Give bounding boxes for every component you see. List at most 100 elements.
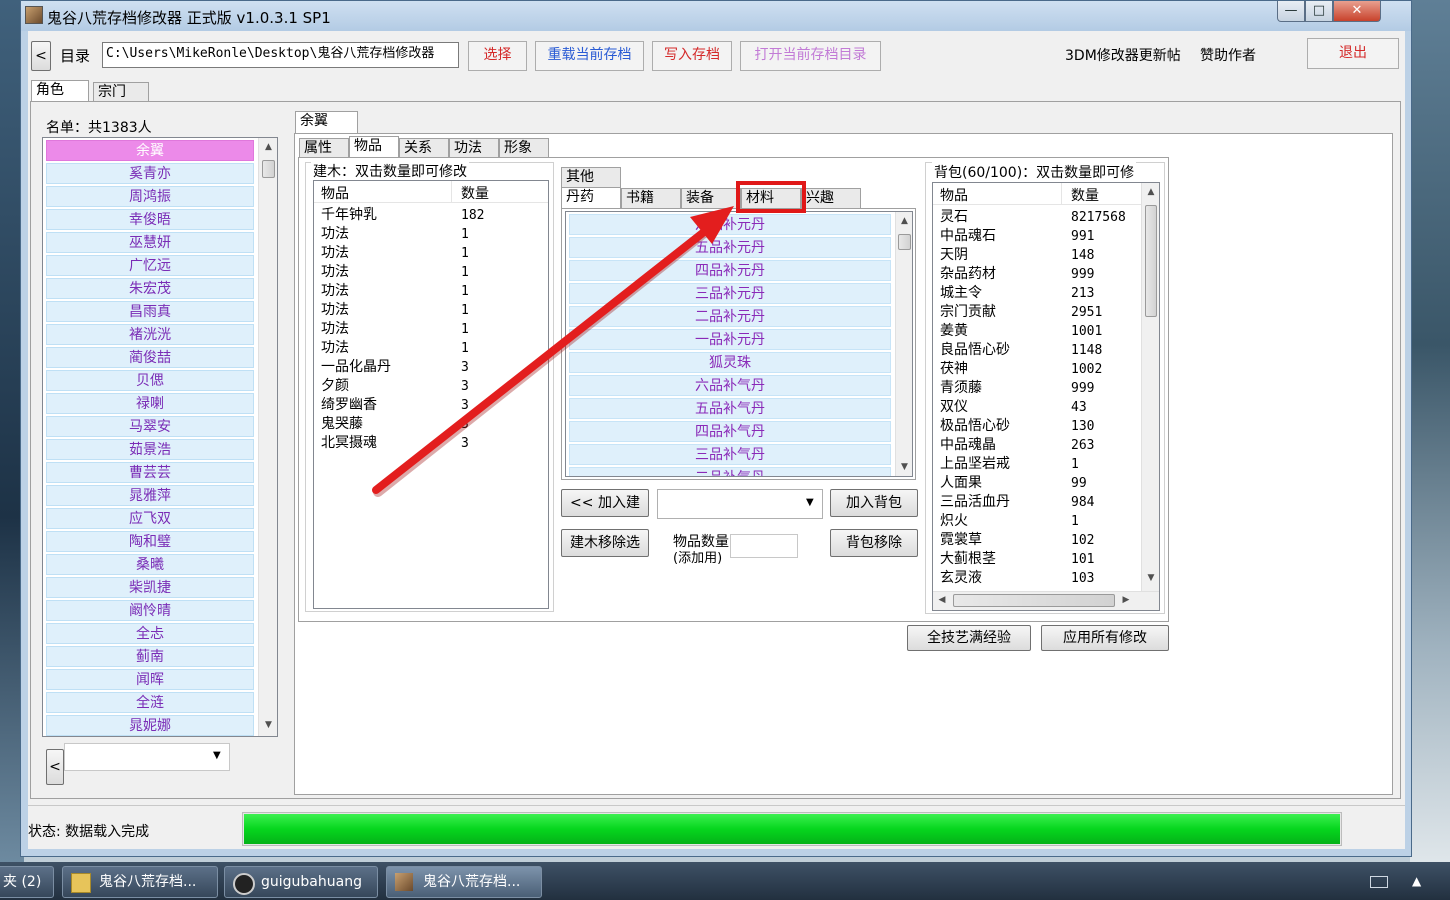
- build-list[interactable]: 物品 数量 千年钟乳 182 功法 1 功法 1 功法 1 功法 1 功法 1 功法 1 功法 1 一品化晶丹 3…: [313, 180, 549, 609]
- build-row[interactable]: 绮罗幽香 3: [314, 396, 548, 415]
- bag-list[interactable]: 物品 数量 灵石 8217568 中品魂石 991 天阴 148 杂品药材 999 城主令 213…: [932, 182, 1160, 611]
- catalog-scroll-thumb[interactable]: [898, 234, 911, 250]
- roster-row[interactable]: 晁雅萍: [46, 485, 254, 506]
- build-row[interactable]: 功法 1: [314, 320, 548, 339]
- bag-row[interactable]: 中品魂石 991: [933, 227, 1141, 246]
- add-to-build-button[interactable]: << 加入建: [561, 489, 649, 517]
- build-row[interactable]: 功法 1: [314, 339, 548, 358]
- catalog-item-row[interactable]: 五品补气丹: [569, 398, 891, 419]
- write-save-button[interactable]: 写入存档: [652, 41, 732, 71]
- roster-row[interactable]: 茹景浩: [46, 439, 254, 460]
- roster-row[interactable]: 禄喇: [46, 393, 254, 414]
- catalog-item-row[interactable]: 狐灵珠: [569, 352, 891, 373]
- roster-row[interactable]: 全涟: [46, 692, 254, 713]
- sponsor-link[interactable]: 赞助作者: [1200, 45, 1256, 65]
- scroll-down-arrow-icon[interactable]: ▼: [1142, 573, 1159, 583]
- bag-row[interactable]: 良品悟心砂 1148: [933, 341, 1141, 360]
- subtab-items[interactable]: 物品: [349, 136, 399, 157]
- build-row[interactable]: 功法 1: [314, 263, 548, 282]
- roster-row[interactable]: 马翠安: [46, 416, 254, 437]
- taskbar-item-folder-group[interactable]: 夹 (2): [0, 866, 54, 898]
- bag-row[interactable]: 宗门贡献 2951: [933, 303, 1141, 322]
- roster-row[interactable]: 桑曦: [46, 554, 254, 575]
- roster-row[interactable]: 奚青亦: [46, 163, 254, 184]
- bag-row[interactable]: 人面果 99: [933, 474, 1141, 493]
- catalog-item-row[interactable]: 二品补元丹: [569, 306, 891, 327]
- bag-hscrollbar[interactable]: ◀ ▶: [933, 591, 1159, 610]
- subtab-attributes[interactable]: 属性: [299, 138, 349, 157]
- exit-button[interactable]: 退出: [1307, 38, 1399, 69]
- tab-role[interactable]: 角色: [31, 80, 89, 101]
- scroll-down-arrow-icon[interactable]: ▼: [896, 462, 912, 472]
- catalog-item-row[interactable]: 五品补元丹: [569, 237, 891, 258]
- title-bar[interactable]: 鬼谷八荒存档修改器 正式版 v1.0.3.1 SP1 — □ ✕: [21, 1, 1411, 31]
- bag-vscrollbar[interactable]: ▲ ▼: [1141, 183, 1159, 591]
- remove-from-bag-button[interactable]: 背包移除: [830, 529, 918, 557]
- taskbar-item-editor[interactable]: 鬼谷八荒存档...: [386, 866, 542, 898]
- scroll-down-arrow-icon[interactable]: ▼: [259, 720, 277, 730]
- build-row[interactable]: 一品化晶丹 3: [314, 358, 548, 377]
- bag-vscroll-thumb[interactable]: [1145, 205, 1157, 317]
- close-button[interactable]: ✕: [1333, 1, 1381, 22]
- roster-row[interactable]: 曹芸芸: [46, 462, 254, 483]
- catalog-item-row[interactable]: 六品补气丹: [569, 375, 891, 396]
- catalog-tab-equipment[interactable]: 装备: [681, 188, 741, 208]
- roster-filter-select[interactable]: ▼: [64, 743, 230, 771]
- catalog-tab-other[interactable]: 其他: [561, 167, 621, 187]
- roster-row[interactable]: 阚怜晴: [46, 600, 254, 621]
- catalog-item-row[interactable]: 三品补气丹: [569, 444, 891, 465]
- bag-row[interactable]: 天阴 148: [933, 246, 1141, 265]
- catalog-item-row[interactable]: 二品补气丹: [569, 467, 891, 476]
- open-save-dir-button[interactable]: 打开当前存档目录: [740, 41, 881, 71]
- catalog-list[interactable]: 六品补元丹 五品补元丹 四品补元丹 三品补元丹 二品补元丹 一品补元丹 狐灵珠 六品补气丹 五品…: [565, 211, 913, 477]
- remove-from-build-button[interactable]: 建木移除选: [561, 529, 649, 557]
- bag-row[interactable]: 三品活血丹 984: [933, 493, 1141, 512]
- minimize-button[interactable]: —: [1277, 1, 1305, 22]
- scroll-right-arrow-icon[interactable]: ▶: [1119, 595, 1133, 605]
- build-row[interactable]: 功法 1: [314, 282, 548, 301]
- catalog-tab-books[interactable]: 书籍: [621, 188, 681, 208]
- build-row[interactable]: 千年钟乳 182: [314, 206, 548, 225]
- build-row[interactable]: 夕颜 3: [314, 377, 548, 396]
- bag-row[interactable]: 霓裳草 102: [933, 531, 1141, 550]
- subtab-relations[interactable]: 关系: [399, 138, 449, 157]
- roster-row[interactable]: 蔺俊喆: [46, 347, 254, 368]
- add-to-bag-button[interactable]: 加入背包: [830, 489, 918, 517]
- bag-row[interactable]: 中品魂晶 263: [933, 436, 1141, 455]
- roster-row[interactable]: 褚洸洸: [46, 324, 254, 345]
- build-row[interactable]: 北冥摄魂 3: [314, 434, 548, 453]
- bag-hscroll-thumb[interactable]: [953, 594, 1115, 607]
- build-row[interactable]: 功法 1: [314, 244, 548, 263]
- bag-row[interactable]: 上品坚岩戒 1: [933, 455, 1141, 474]
- scroll-up-arrow-icon[interactable]: ▲: [259, 142, 277, 152]
- roster-scroll-thumb[interactable]: [262, 160, 275, 178]
- roster-row[interactable]: 巫慧妍: [46, 232, 254, 253]
- bag-row[interactable]: 玄灵液 103: [933, 569, 1141, 588]
- subtab-appearance[interactable]: 形象: [499, 138, 549, 157]
- scroll-up-arrow-icon[interactable]: ▲: [896, 216, 912, 226]
- scroll-left-arrow-icon[interactable]: ◀: [935, 595, 949, 605]
- bag-row[interactable]: 灵石 8217568: [933, 208, 1141, 227]
- catalog-tab-hobbies[interactable]: 兴趣: [801, 188, 861, 208]
- bag-row[interactable]: 城主令 213: [933, 284, 1141, 303]
- roster-row[interactable]: 晁妮娜: [46, 715, 254, 736]
- reload-save-button[interactable]: 重载当前存档: [535, 41, 644, 71]
- tab-sect[interactable]: 宗门: [93, 82, 149, 101]
- subtab-skills[interactable]: 功法: [449, 138, 499, 157]
- bag-row[interactable]: 杂品药材 999: [933, 265, 1141, 284]
- build-row[interactable]: 鬼哭藤 3: [314, 415, 548, 434]
- scroll-up-arrow-icon[interactable]: ▲: [1142, 187, 1159, 197]
- qty-input[interactable]: [730, 534, 798, 558]
- character-name-tab[interactable]: 余翼: [295, 111, 358, 133]
- roster-row[interactable]: 余翼: [46, 140, 254, 161]
- roster-row[interactable]: 陶和璧: [46, 531, 254, 552]
- bag-row[interactable]: 大蓟根茎 101: [933, 550, 1141, 569]
- bag-row[interactable]: 双仪 43: [933, 398, 1141, 417]
- catalog-scrollbar[interactable]: ▲ ▼: [895, 212, 912, 476]
- roster-row[interactable]: 周鸿振: [46, 186, 254, 207]
- catalog-tab-pills[interactable]: 丹药: [561, 187, 621, 208]
- apply-all-button[interactable]: 应用所有修改: [1041, 625, 1169, 651]
- max-skill-button[interactable]: 全技艺满经验: [907, 625, 1031, 651]
- roster-row[interactable]: 朱宏茂: [46, 278, 254, 299]
- build-row[interactable]: 功法 1: [314, 225, 548, 244]
